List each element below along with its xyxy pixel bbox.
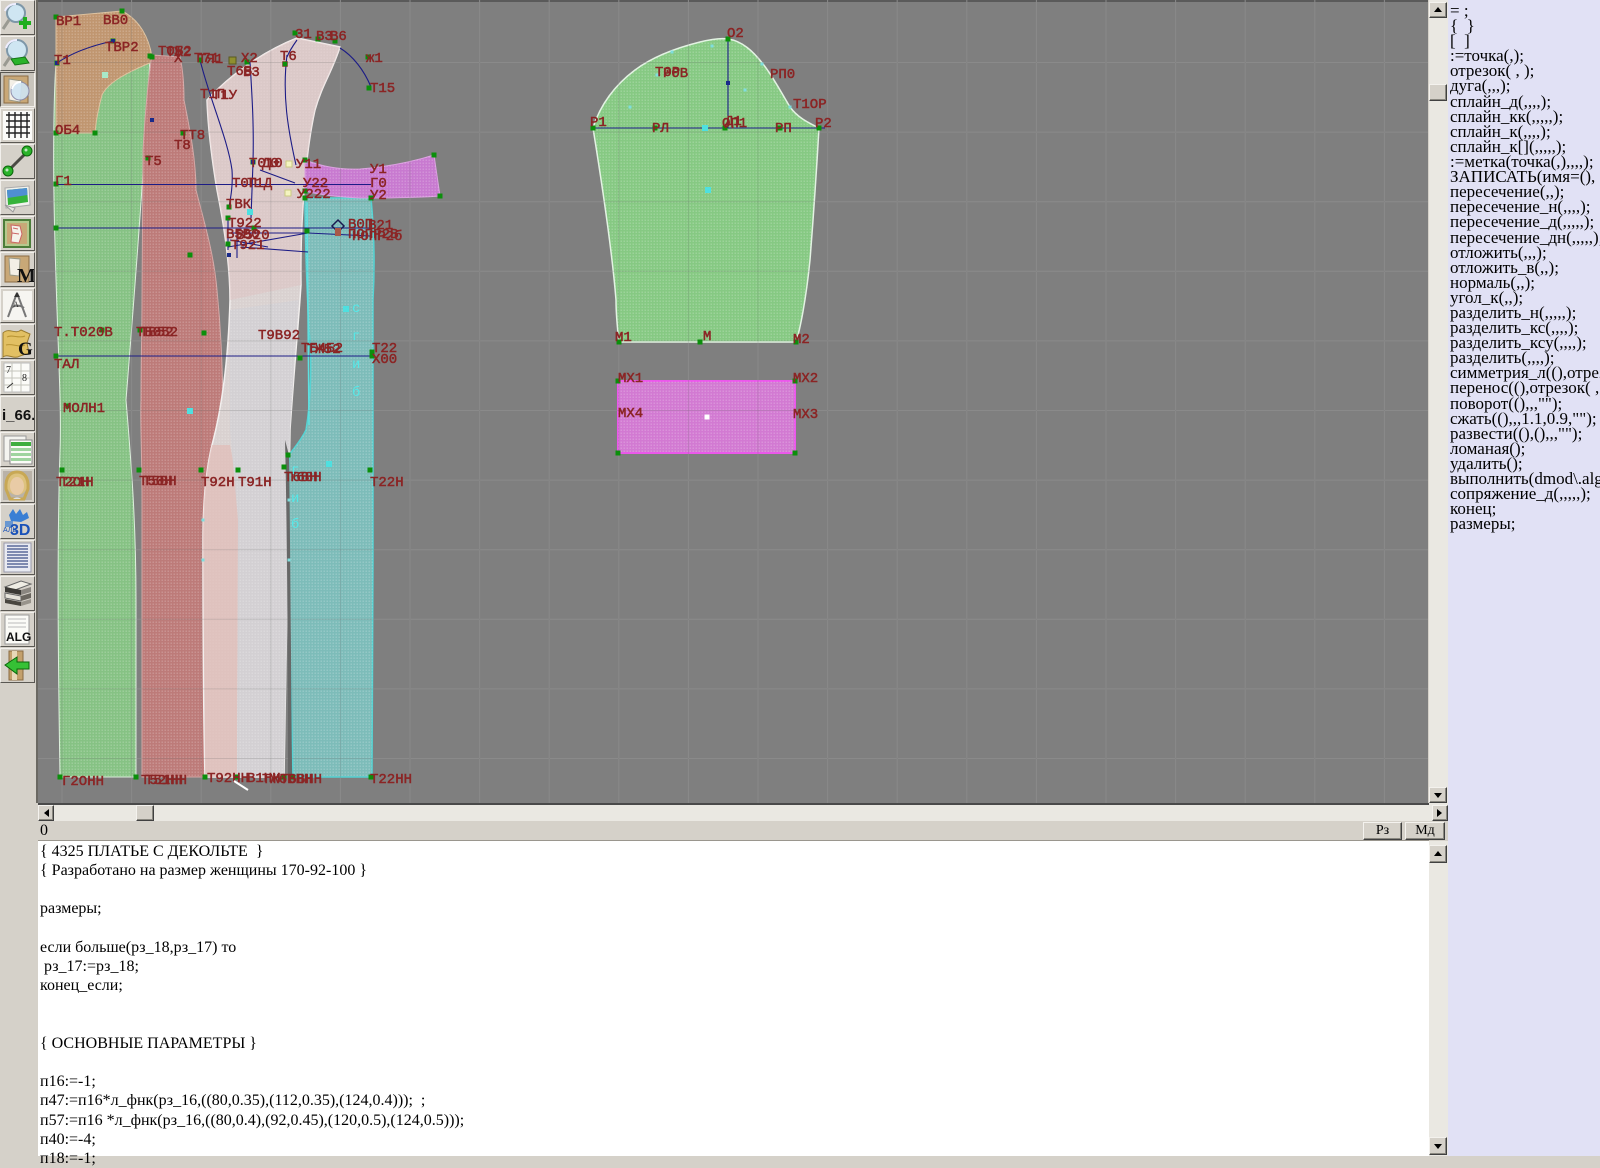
svg-text:M: M <box>17 265 34 286</box>
svg-text:ВВ0: ВВ0 <box>103 13 128 29</box>
svg-text:У222: У222 <box>297 187 331 203</box>
svg-text:МХ3: МХ3 <box>793 407 818 423</box>
svg-text:У11: У11 <box>296 157 321 173</box>
svg-text:М: М <box>703 329 711 345</box>
svg-text:Т21Н: Т21Н <box>60 475 94 491</box>
svg-text:Х00: Х00 <box>372 352 397 368</box>
svg-text:Т1ОР: Т1ОР <box>793 97 827 113</box>
svg-text:Р0В: Р0В <box>663 66 688 82</box>
svg-text:О2: О2 <box>727 26 744 42</box>
svg-text:МХ2: МХ2 <box>793 371 818 387</box>
svg-text:МОЛН1: МОЛН1 <box>63 401 105 417</box>
svg-text:МХ4: МХ4 <box>618 406 643 422</box>
svg-text:б: б <box>291 516 299 533</box>
svg-text:ALG: ALG <box>6 630 31 644</box>
svg-text:г: г <box>352 329 360 345</box>
svg-text:г: г <box>291 463 299 479</box>
svg-text:МХ1: МХ1 <box>618 371 643 387</box>
svg-text:с: с <box>352 301 360 317</box>
svg-text:ТВК: ТВК <box>226 197 252 213</box>
svg-text:Т5ВН: Т5ВН <box>143 474 177 490</box>
svg-text:РП: РП <box>775 121 792 137</box>
svg-text:Т6ВНН: Т6ВНН <box>280 772 322 788</box>
svg-text:РП0: РП0 <box>770 67 795 83</box>
svg-text:РЛ: РЛ <box>652 121 669 137</box>
svg-text:Т1: Т1 <box>54 53 71 69</box>
svg-text:М2: М2 <box>793 332 810 348</box>
svg-text:Т91Н: Т91Н <box>238 475 272 491</box>
svg-text:и: и <box>352 357 360 373</box>
svg-text:АЛЬ: АЛЬ <box>3 527 17 534</box>
svg-text:Т22НН: Т22НН <box>370 772 412 788</box>
svg-text:Т9В92: Т9В92 <box>258 328 300 344</box>
svg-text:Д0: Д0 <box>262 156 279 172</box>
svg-text:Б3: Б3 <box>243 65 260 81</box>
svg-text:ВР1: ВР1 <box>56 14 81 30</box>
svg-text:i_66.: i_66. <box>2 407 34 424</box>
svg-text:G: G <box>18 339 33 358</box>
svg-text:ТЯ1: ТЯ1 <box>198 52 223 68</box>
svg-text:Т22Н: Т22Н <box>370 475 404 491</box>
svg-text:31: 31 <box>295 27 312 43</box>
svg-text:У2: У2 <box>370 188 387 204</box>
svg-text:Г2ОНН: Г2ОНН <box>62 774 104 790</box>
svg-text:Г1: Г1 <box>55 174 72 190</box>
svg-text:7: 7 <box>6 365 11 376</box>
svg-text:ж1: ж1 <box>366 51 383 67</box>
svg-text:ТВ52: ТВ52 <box>140 325 174 341</box>
svg-text:НОПР2б: НОПР2б <box>352 228 402 245</box>
svg-text:Т921: Т921 <box>231 238 265 254</box>
svg-text:8: 8 <box>22 373 27 384</box>
svg-text:М1: М1 <box>615 330 632 346</box>
svg-text:Т51НН: Т51НН <box>145 773 187 789</box>
svg-text:Т5: Т5 <box>145 154 162 170</box>
svg-text:Т8: Т8 <box>174 138 191 154</box>
svg-text:ОБ4: ОБ4 <box>55 123 80 139</box>
svg-text:Х: Х <box>174 51 183 67</box>
svg-text:и: и <box>291 491 299 507</box>
svg-text:Т92НН: Т92НН <box>207 771 249 787</box>
svg-text:В6: В6 <box>330 29 347 45</box>
svg-text:Т1У: Т1У <box>212 88 238 104</box>
svg-text:A: A <box>13 300 19 309</box>
svg-text:Р2: Р2 <box>815 116 832 132</box>
svg-text:ТАЛ: ТАЛ <box>54 357 79 373</box>
svg-text:ТВР2: ТВР2 <box>105 40 139 56</box>
svg-text:Д1: Д1 <box>725 114 742 130</box>
svg-text:Т1Д: Т1Д <box>247 176 273 192</box>
svg-text:Т15: Т15 <box>370 81 395 97</box>
svg-text:ТЖ52: ТЖ52 <box>307 342 341 358</box>
svg-text:Т92Н: Т92Н <box>201 475 235 491</box>
svg-text:Р1: Р1 <box>590 115 607 131</box>
svg-text:б: б <box>352 384 360 401</box>
svg-text:Т.Т020В: Т.Т020В <box>54 325 113 341</box>
